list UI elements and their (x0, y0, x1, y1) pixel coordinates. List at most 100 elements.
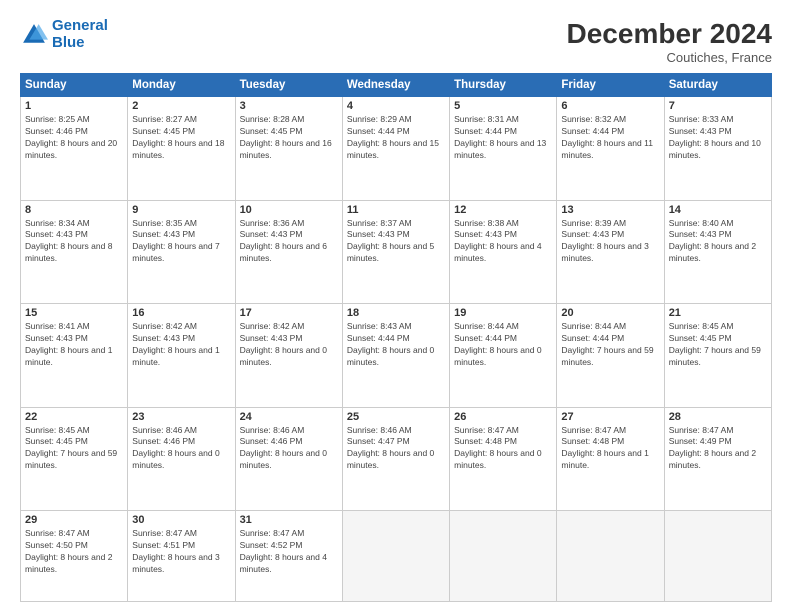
calendar-header-friday: Friday (557, 74, 664, 97)
calendar-cell: 11 Sunrise: 8:37 AMSunset: 4:43 PMDayligh… (342, 200, 449, 304)
day-info: Sunrise: 8:33 AMSunset: 4:43 PMDaylight:… (669, 114, 767, 162)
day-info: Sunrise: 8:47 AMSunset: 4:48 PMDaylight:… (454, 425, 552, 473)
day-info: Sunrise: 8:46 AMSunset: 4:46 PMDaylight:… (240, 425, 338, 473)
calendar-cell: 13Sunrise: 8:39 AMSunset: 4:43 PMDayligh… (557, 200, 664, 304)
day-number: 11 (347, 204, 445, 216)
day-info: Sunrise: 8:47 AMSunset: 4:49 PMDaylight:… (669, 425, 767, 473)
day-number: 7 (669, 100, 767, 112)
day-info: Sunrise: 8:27 AMSunset: 4:45 PMDaylight:… (132, 114, 230, 162)
day-number: 13 (561, 204, 659, 216)
logo: General Blue (20, 18, 108, 51)
day-info: Sunrise: 8:47 AMSunset: 4:52 PMDaylight:… (240, 528, 338, 576)
calendar-week-5: 29 Sunrise: 8:47 AMSunset: 4:50 PMDayligh… (21, 511, 772, 602)
calendar-cell (557, 511, 664, 602)
day-number: 31 (240, 514, 338, 526)
day-info: Sunrise: 8:28 AMSunset: 4:45 PMDaylight:… (240, 114, 338, 162)
day-info: Sunrise: 8:47 AMSunset: 4:48 PMDaylight:… (561, 425, 659, 473)
page: General Blue December 2024 Coutiches, Fr… (0, 0, 792, 612)
calendar-cell: 14Sunrise: 8:40 AMSunset: 4:43 PMDayligh… (664, 200, 771, 304)
day-number: 29 (25, 514, 123, 526)
calendar-cell: 8 Sunrise: 8:34 AMSunset: 4:43 PMDaylight… (21, 200, 128, 304)
calendar-cell (664, 511, 771, 602)
calendar-cell: 5 Sunrise: 8:31 AMSunset: 4:44 PMDaylight… (450, 97, 557, 201)
day-info: Sunrise: 8:34 AMSunset: 4:43 PMDaylight:… (25, 218, 123, 266)
day-number: 19 (454, 307, 552, 319)
day-number: 27 (561, 411, 659, 423)
month-title: December 2024 (567, 18, 772, 50)
day-number: 22 (25, 411, 123, 423)
day-info: Sunrise: 8:42 AMSunset: 4:43 PMDaylight:… (240, 321, 338, 369)
day-number: 23 (132, 411, 230, 423)
day-number: 9 (132, 204, 230, 216)
calendar-cell: 24Sunrise: 8:46 AMSunset: 4:46 PMDayligh… (235, 407, 342, 511)
calendar: SundayMondayTuesdayWednesdayThursdayFrid… (20, 73, 772, 602)
day-info: Sunrise: 8:29 AMSunset: 4:44 PMDaylight:… (347, 114, 445, 162)
day-info: Sunrise: 8:38 AMSunset: 4:43 PMDaylight:… (454, 218, 552, 266)
calendar-cell: 29 Sunrise: 8:47 AMSunset: 4:50 PMDayligh… (21, 511, 128, 602)
calendar-cell: 6Sunrise: 8:32 AMSunset: 4:44 PMDaylight… (557, 97, 664, 201)
day-info: Sunrise: 8:43 AMSunset: 4:44 PMDaylight:… (347, 321, 445, 369)
day-info: Sunrise: 8:31 AMSunset: 4:44 PMDaylight:… (454, 114, 552, 162)
calendar-week-4: 22 Sunrise: 8:45 AMSunset: 4:45 PMDayligh… (21, 407, 772, 511)
day-info: Sunrise: 8:42 AMSunset: 4:43 PMDaylight:… (132, 321, 230, 369)
day-info: Sunrise: 8:35 AMSunset: 4:43 PMDaylight:… (132, 218, 230, 266)
day-info: Sunrise: 8:36 AMSunset: 4:43 PMDaylight:… (240, 218, 338, 266)
day-number: 28 (669, 411, 767, 423)
calendar-header-thursday: Thursday (450, 74, 557, 97)
calendar-week-1: 1 Sunrise: 8:25 AMSunset: 4:46 PMDaylight… (21, 97, 772, 201)
day-info: Sunrise: 8:40 AMSunset: 4:43 PMDaylight:… (669, 218, 767, 266)
day-number: 3 (240, 100, 338, 112)
calendar-header-saturday: Saturday (664, 74, 771, 97)
calendar-cell: 30 Sunrise: 8:47 AMSunset: 4:51 PMDayligh… (128, 511, 235, 602)
day-number: 6 (561, 100, 659, 112)
day-info: Sunrise: 8:44 AMSunset: 4:44 PMDaylight:… (561, 321, 659, 369)
day-info: Sunrise: 8:47 AMSunset: 4:50 PMDaylight:… (25, 528, 123, 576)
calendar-cell (342, 511, 449, 602)
header: General Blue December 2024 Coutiches, Fr… (20, 18, 772, 65)
day-info: Sunrise: 8:47 AMSunset: 4:51 PMDaylight:… (132, 528, 230, 576)
day-number: 21 (669, 307, 767, 319)
calendar-cell: 9 Sunrise: 8:35 AMSunset: 4:43 PMDaylight… (128, 200, 235, 304)
calendar-week-3: 15Sunrise: 8:41 AMSunset: 4:43 PMDayligh… (21, 304, 772, 408)
day-number: 20 (561, 307, 659, 319)
logo-icon (20, 21, 48, 49)
calendar-cell: 31 Sunrise: 8:47 AMSunset: 4:52 PMDayligh… (235, 511, 342, 602)
day-info: Sunrise: 8:45 AMSunset: 4:45 PMDaylight:… (25, 425, 123, 473)
day-number: 5 (454, 100, 552, 112)
day-number: 12 (454, 204, 552, 216)
calendar-cell: 21Sunrise: 8:45 AMSunset: 4:45 PMDayligh… (664, 304, 771, 408)
calendar-header-wednesday: Wednesday (342, 74, 449, 97)
calendar-header-row: SundayMondayTuesdayWednesdayThursdayFrid… (21, 74, 772, 97)
day-info: Sunrise: 8:37 AMSunset: 4:43 PMDaylight:… (347, 218, 445, 266)
calendar-cell: 28 Sunrise: 8:47 AMSunset: 4:49 PMDayligh… (664, 407, 771, 511)
location: Coutiches, France (567, 50, 772, 65)
calendar-cell: 27 Sunrise: 8:47 AMSunset: 4:48 PMDayligh… (557, 407, 664, 511)
day-number: 4 (347, 100, 445, 112)
calendar-header-monday: Monday (128, 74, 235, 97)
calendar-cell (450, 511, 557, 602)
title-block: December 2024 Coutiches, France (567, 18, 772, 65)
calendar-cell: 3 Sunrise: 8:28 AMSunset: 4:45 PMDaylight… (235, 97, 342, 201)
calendar-cell: 2 Sunrise: 8:27 AMSunset: 4:45 PMDaylight… (128, 97, 235, 201)
calendar-cell: 10Sunrise: 8:36 AMSunset: 4:43 PMDayligh… (235, 200, 342, 304)
calendar-cell: 19 Sunrise: 8:44 AMSunset: 4:44 PMDayligh… (450, 304, 557, 408)
day-number: 26 (454, 411, 552, 423)
logo-text: General Blue (52, 18, 108, 51)
day-number: 30 (132, 514, 230, 526)
calendar-cell: 26 Sunrise: 8:47 AMSunset: 4:48 PMDayligh… (450, 407, 557, 511)
calendar-cell: 16Sunrise: 8:42 AMSunset: 4:43 PMDayligh… (128, 304, 235, 408)
calendar-cell: 4 Sunrise: 8:29 AMSunset: 4:44 PMDaylight… (342, 97, 449, 201)
calendar-cell: 15Sunrise: 8:41 AMSunset: 4:43 PMDayligh… (21, 304, 128, 408)
day-info: Sunrise: 8:46 AMSunset: 4:47 PMDaylight:… (347, 425, 445, 473)
day-number: 15 (25, 307, 123, 319)
calendar-cell: 1 Sunrise: 8:25 AMSunset: 4:46 PMDaylight… (21, 97, 128, 201)
calendar-header-tuesday: Tuesday (235, 74, 342, 97)
day-info: Sunrise: 8:25 AMSunset: 4:46 PMDaylight:… (25, 114, 123, 162)
day-number: 8 (25, 204, 123, 216)
day-number: 1 (25, 100, 123, 112)
day-number: 17 (240, 307, 338, 319)
calendar-cell: 20 Sunrise: 8:44 AMSunset: 4:44 PMDayligh… (557, 304, 664, 408)
day-info: Sunrise: 8:44 AMSunset: 4:44 PMDaylight:… (454, 321, 552, 369)
day-number: 2 (132, 100, 230, 112)
logo-blue: Blue (52, 34, 85, 51)
